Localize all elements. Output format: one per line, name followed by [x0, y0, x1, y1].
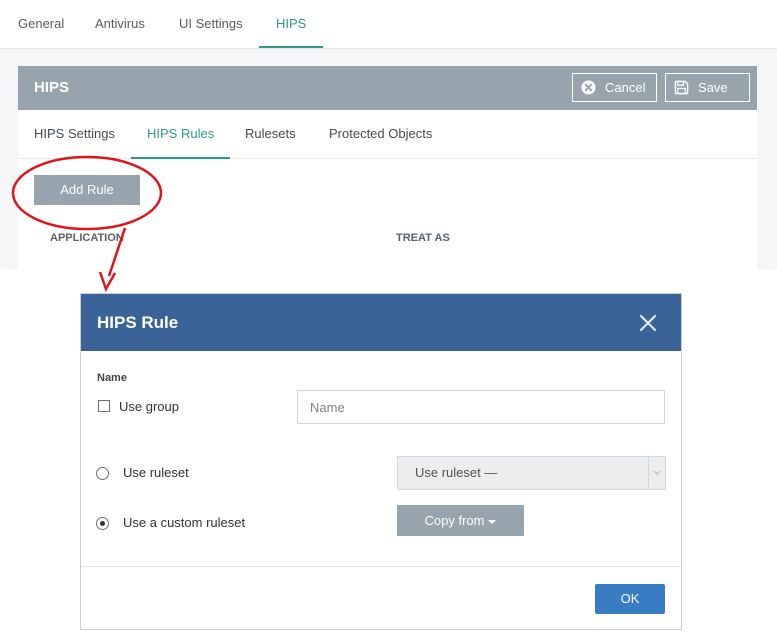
- name-input[interactable]: [297, 390, 665, 424]
- dialog-title: HIPS Rule: [97, 313, 179, 332]
- tab-protected-objects[interactable]: Protected Objects: [329, 110, 432, 158]
- use-ruleset-radio[interactable]: [96, 467, 109, 480]
- cancel-label: Cancel: [605, 80, 646, 95]
- tab-ui-settings[interactable]: UI Settings: [179, 0, 243, 48]
- copy-from-label: Copy from: [424, 513, 485, 528]
- ruleset-select[interactable]: Use ruleset —: [397, 456, 666, 490]
- chevron-down-icon: [648, 457, 665, 489]
- custom-ruleset-radio[interactable]: [96, 517, 109, 530]
- hips-sub-tab-bar: HIPS Settings HIPS Rules Rulesets Protec…: [18, 110, 757, 159]
- torn-edge: [0, 268, 777, 286]
- tab-general[interactable]: General: [18, 0, 64, 48]
- save-button[interactable]: Save: [665, 73, 750, 102]
- use-ruleset-label[interactable]: Use ruleset: [123, 465, 189, 480]
- use-group-checkbox[interactable]: [98, 400, 110, 412]
- column-header-treat-as[interactable]: TREAT AS: [396, 232, 450, 244]
- column-header-application[interactable]: APPLICATION: [50, 232, 124, 244]
- hips-settings-page: General Antivirus UI Settings HIPS HIPS …: [0, 0, 777, 272]
- dialog-header: HIPS Rule: [81, 294, 681, 351]
- caret-down-icon: [488, 519, 497, 524]
- tab-rulesets[interactable]: Rulesets: [245, 110, 296, 158]
- save-icon: [674, 80, 689, 95]
- copy-from-button[interactable]: Copy from: [397, 505, 524, 536]
- cancel-button[interactable]: Cancel: [572, 73, 657, 102]
- use-group-label[interactable]: Use group: [119, 399, 179, 414]
- tab-hips-settings[interactable]: HIPS Settings: [34, 110, 115, 158]
- name-label: Name: [97, 372, 127, 384]
- custom-ruleset-label[interactable]: Use a custom ruleset: [123, 515, 245, 530]
- ok-button[interactable]: OK: [595, 584, 665, 614]
- dialog-footer: OK: [81, 566, 681, 630]
- tab-hips[interactable]: HIPS: [258, 0, 324, 48]
- hips-card: HIPS Cancel Save HIPS Settings HIPS Rule: [18, 66, 757, 272]
- ruleset-select-value: Use ruleset —: [415, 465, 498, 480]
- top-tab-bar: General Antivirus UI Settings HIPS: [0, 0, 777, 49]
- tab-hips-rules[interactable]: HIPS Rules: [130, 110, 231, 159]
- cancel-icon: [581, 80, 596, 95]
- add-rule-button[interactable]: Add Rule: [34, 175, 140, 205]
- save-label: Save: [698, 80, 728, 95]
- hips-title: HIPS: [34, 79, 70, 96]
- hips-header: HIPS Cancel Save: [18, 66, 757, 110]
- close-icon[interactable]: [639, 314, 657, 332]
- tab-antivirus[interactable]: Antivirus: [95, 0, 145, 48]
- hips-rule-dialog: HIPS Rule Name Use group Use ruleset Use…: [80, 293, 682, 630]
